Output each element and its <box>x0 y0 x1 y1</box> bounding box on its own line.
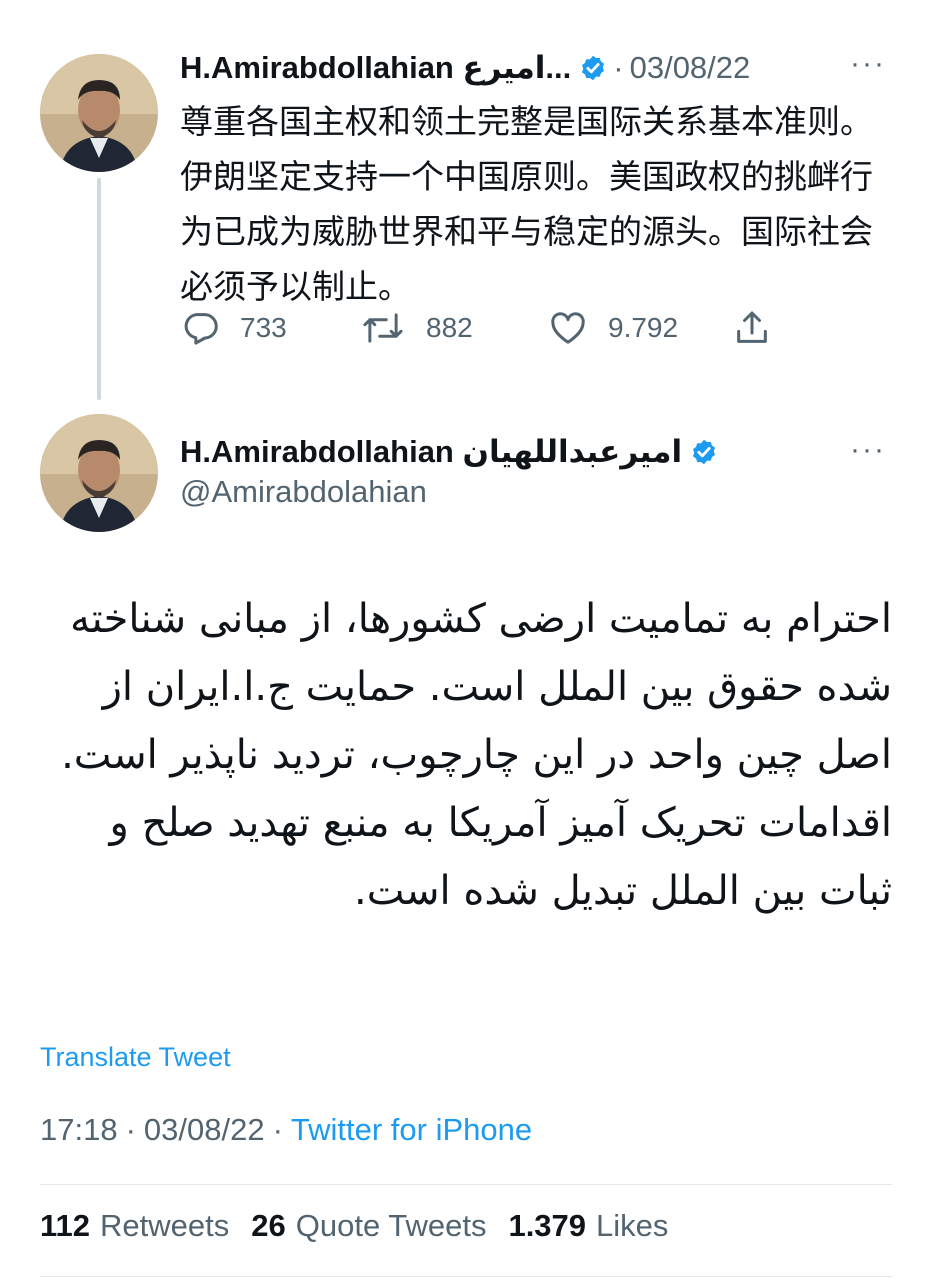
reply-date[interactable]: 03/08/22 <box>630 50 751 86</box>
engagement-stats: 112 Retweets 26 Quote Tweets 1.379 Likes <box>40 1208 690 1244</box>
tweet-meta: 17:18 · 03/08/22 · Twitter for iPhone <box>40 1112 532 1148</box>
quotes-count: 26 <box>251 1208 286 1243</box>
tweet-time[interactable]: 17:18 <box>40 1112 118 1148</box>
reply-display-name[interactable]: H.Amirabdollahian امیرع... <box>180 50 571 86</box>
verified-badge-icon <box>690 438 718 466</box>
reply-action-button[interactable]: 733 <box>180 304 287 352</box>
reply-tweet-text: 尊重各国主权和领土完整是国际关系基本准则。伊朗坚定支持一个中国原则。美国政权的挑… <box>180 103 873 305</box>
thread-connector-line <box>97 178 101 400</box>
tweet-source-link[interactable]: Twitter for iPhone <box>291 1112 532 1148</box>
likes-stat[interactable]: 1.379 Likes <box>508 1208 690 1244</box>
reply-count: 733 <box>240 312 287 343</box>
retweets-count: 112 <box>40 1208 91 1243</box>
share-action-button[interactable] <box>732 304 792 352</box>
retweets-stat[interactable]: 112 Retweets <box>40 1208 251 1244</box>
retweet-action-button[interactable]: 882 <box>360 304 473 352</box>
like-action-button[interactable]: 9.792 <box>548 304 678 352</box>
translate-tweet-link[interactable]: Translate Tweet <box>40 1042 231 1073</box>
divider <box>40 1276 892 1277</box>
verified-badge-icon <box>579 54 607 82</box>
reply-more-options-icon[interactable]: ··· <box>850 49 886 79</box>
likes-label: Likes <box>596 1208 669 1243</box>
header-separator: · <box>613 50 624 85</box>
main-avatar[interactable] <box>40 414 158 532</box>
quotes-label: Quote Tweets <box>295 1208 487 1243</box>
retweet-count: 882 <box>426 312 473 343</box>
reply-tweet-header: H.Amirabdollahian امیرع... · 03/08/22 <box>180 46 750 90</box>
retweets-label: Retweets <box>100 1208 230 1243</box>
share-icon <box>732 308 792 348</box>
tweet-date[interactable]: 03/08/22 <box>144 1112 265 1148</box>
main-display-name[interactable]: H.Amirabdollahian امیرعبداللهیان <box>180 434 682 470</box>
main-handle[interactable]: @Amirabdolahian <box>180 474 427 510</box>
quotes-stat[interactable]: 26 Quote Tweets <box>251 1208 508 1244</box>
meta-separator: · <box>125 1112 136 1147</box>
main-tweet-header: H.Amirabdollahian امیرعبداللهیان <box>180 430 718 474</box>
main-tweet-text: احترام به تمامیت ارضی کشورها، از مبانی ش… <box>61 596 892 914</box>
meta-separator: · <box>272 1112 283 1147</box>
heart-icon <box>548 308 608 348</box>
retweet-icon <box>360 308 426 348</box>
likes-count: 1.379 <box>508 1208 587 1243</box>
main-more-options-icon[interactable]: ··· <box>850 435 886 465</box>
divider <box>40 1184 892 1185</box>
reply-avatar[interactable] <box>40 54 158 172</box>
reply-icon <box>180 308 240 348</box>
like-count: 9.792 <box>608 312 679 343</box>
